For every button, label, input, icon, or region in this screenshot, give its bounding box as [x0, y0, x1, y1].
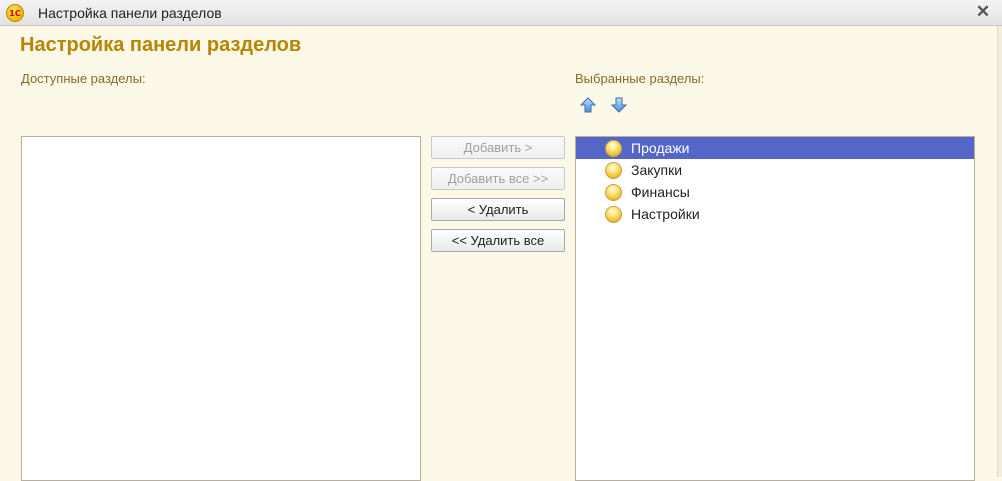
list-item-settings[interactable]: Настройки	[576, 203, 974, 225]
window-titlebar: 1С Настройка панели разделов ✕	[0, 0, 1002, 26]
close-button[interactable]: ✕	[974, 3, 992, 21]
arrow-up-icon	[579, 97, 597, 113]
section-ball-icon	[605, 205, 622, 223]
list-item-purchases[interactable]: Закупки	[576, 159, 974, 181]
list-item-sales[interactable]: Продажи	[576, 137, 974, 159]
section-ball-icon	[605, 161, 622, 179]
page-title: Настройка панели разделов	[20, 34, 302, 56]
remove-all-button[interactable]: << Удалить все	[431, 229, 565, 252]
available-sections-list[interactable]	[21, 136, 421, 481]
app-logo-icon: 1С	[6, 4, 24, 22]
list-item-finance[interactable]: Финансы	[576, 181, 974, 203]
list-item-label: Настройки	[631, 206, 700, 222]
list-item-label: Финансы	[631, 184, 690, 200]
add-all-button[interactable]: Добавить все >>	[431, 167, 565, 190]
window-title: Настройка панели разделов	[38, 5, 222, 21]
dialog-content: Настройка панели разделов Доступные разд…	[0, 26, 1002, 481]
add-button[interactable]: Добавить >	[431, 136, 565, 159]
list-item-label: Закупки	[631, 162, 683, 178]
move-down-button[interactable]	[610, 96, 628, 114]
arrow-down-icon	[610, 97, 628, 113]
available-sections-label: Доступные разделы:	[21, 71, 146, 86]
move-up-button[interactable]	[579, 96, 597, 114]
list-item-label: Продажи	[631, 140, 690, 156]
section-ball-icon	[605, 139, 622, 157]
selected-sections-label: Выбранные разделы:	[575, 71, 705, 86]
selected-sections-list[interactable]: Продажи Закупки Финансы Настройки	[575, 136, 975, 481]
window-edge	[997, 26, 1002, 477]
remove-button[interactable]: < Удалить	[431, 198, 565, 221]
section-ball-icon	[605, 183, 622, 201]
